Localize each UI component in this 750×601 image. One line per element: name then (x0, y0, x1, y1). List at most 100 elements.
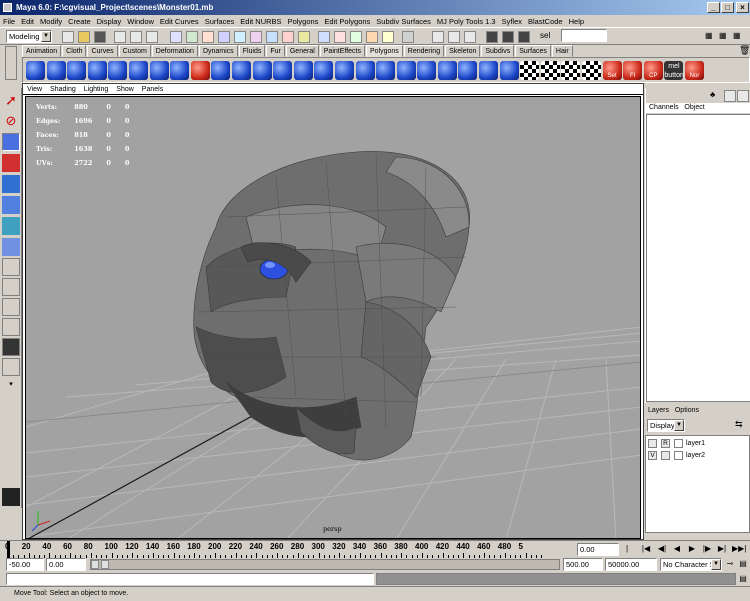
mel-command-input[interactable] (6, 573, 374, 585)
snap-view-plane-icon[interactable] (366, 31, 378, 43)
layer-visibility-toggle[interactable] (648, 439, 657, 448)
time-ticks[interactable]: 0204060801001201401601802002202402602803… (5, 541, 575, 558)
merge-vertices-icon[interactable] (355, 60, 375, 80)
pick-misc-icon[interactable] (298, 31, 310, 43)
maximize-button[interactable]: □ (721, 2, 734, 13)
pick-joints-icon[interactable] (202, 31, 214, 43)
layer-options-menu[interactable]: Options (675, 407, 699, 414)
menu-display[interactable]: Display (97, 17, 122, 26)
go-to-end-icon[interactable]: ▶▶| (732, 543, 746, 555)
menu-help[interactable]: Help (569, 17, 584, 26)
playback-start-field[interactable]: 0.00 (46, 558, 86, 571)
menu-polygons[interactable]: Polygons (288, 17, 319, 26)
viewport-menu-view[interactable]: View (27, 84, 42, 94)
new-scene-icon[interactable] (62, 31, 74, 43)
menu-syflex[interactable]: Syflex (502, 17, 522, 26)
time-slider[interactable]: 0204060801001201401601802002202402602803… (0, 540, 750, 565)
snap-curve-icon[interactable] (334, 31, 346, 43)
range-start-handle-2[interactable] (101, 560, 109, 569)
menu-edit-polygons[interactable]: Edit Polygons (324, 17, 370, 26)
layer-color-swatch[interactable] (674, 451, 683, 460)
channel-box-icon[interactable]: ♣ (710, 90, 722, 102)
mel-button-icon[interactable]: mel button (664, 60, 684, 80)
shelf-tab-subdivs[interactable]: Subdivs (481, 45, 515, 57)
menu-surfaces[interactable]: Surfaces (205, 17, 235, 26)
create-polygon-icon[interactable] (437, 60, 457, 80)
play-backwards-icon[interactable]: ◀ (671, 543, 683, 555)
smooth-proxy-icon[interactable] (231, 60, 251, 80)
channel-box-toggle-icon[interactable]: ▦ (733, 31, 745, 43)
poly-sphere-icon[interactable] (26, 60, 45, 80)
menu-modify[interactable]: Modify (40, 17, 62, 26)
append-polygon-icon[interactable] (417, 60, 437, 80)
save-scene-icon[interactable] (94, 31, 106, 43)
extrude-face-icon[interactable] (293, 60, 313, 80)
shelf-tab-fluids[interactable]: Fluids (238, 45, 266, 57)
layer-display-dropdown[interactable]: Display ▼ (647, 419, 685, 432)
attribute-editor-icon[interactable]: ▦ (705, 31, 717, 43)
construction-history-icon[interactable] (464, 31, 476, 43)
lasso-tool-icon[interactable]: ⊘ (2, 112, 20, 130)
menu-mj-poly-tools-1-3[interactable]: MJ Poly Tools 1.3 (437, 17, 496, 26)
bevel-icon[interactable] (334, 60, 354, 80)
manipulator-tool-icon[interactable] (2, 196, 20, 214)
menu-edit-nurbs[interactable]: Edit NURBS (240, 17, 281, 26)
scale-tool-icon[interactable] (2, 175, 20, 193)
shelf-tab-polygons[interactable]: Polygons (366, 45, 403, 57)
tool-settings-icon[interactable]: ▦ (719, 31, 731, 43)
key-back-icon[interactable]: ◀| (656, 543, 668, 555)
menu-edit[interactable]: Edit (21, 17, 34, 26)
poly-cone-icon[interactable] (87, 60, 107, 80)
viewport-menu-shading[interactable]: Shading (50, 84, 76, 94)
nor-icon[interactable]: Nor (685, 60, 704, 80)
four-view-layout-icon[interactable] (2, 278, 20, 296)
merge-edges-icon[interactable] (376, 60, 396, 80)
shelf-tab-painteffects[interactable]: PaintEffects (319, 45, 365, 57)
hypershade-layout-icon[interactable] (2, 338, 20, 356)
step-forward-icon[interactable]: ▶| (716, 543, 728, 555)
viewport-menu-lighting[interactable]: Lighting (84, 84, 109, 94)
extrude-edge-icon[interactable] (314, 60, 334, 80)
open-scene-icon[interactable] (78, 31, 90, 43)
range-slider[interactable] (90, 559, 560, 570)
select-hierarchy-icon[interactable] (114, 31, 126, 43)
output-ops-icon[interactable] (448, 31, 460, 43)
shelf-tab-animation[interactable]: Animation (22, 45, 62, 57)
poly-separate-icon[interactable] (190, 60, 210, 80)
poly-smooth-icon[interactable] (252, 60, 272, 80)
shelf-tab-curves[interactable]: Curves (87, 45, 118, 57)
shelf-menu-icon[interactable] (5, 46, 17, 80)
render-globals-icon[interactable] (518, 31, 530, 43)
layer-type-toggle[interactable]: R (661, 439, 670, 448)
menu-create[interactable]: Create (68, 17, 91, 26)
key-forward-icon[interactable]: |▶ (701, 543, 713, 555)
poly-cube-icon[interactable] (46, 60, 66, 80)
channel-box-body[interactable] (646, 114, 750, 402)
quick-select-field[interactable] (561, 29, 607, 42)
checker-texture-icon[interactable] (520, 60, 540, 80)
layer-row[interactable]: V layer2 (648, 450, 748, 461)
viewport-menu-show[interactable]: Show (116, 84, 134, 94)
render-frame-icon[interactable] (486, 31, 498, 43)
snap-grid-icon[interactable] (318, 31, 330, 43)
input-ops-icon[interactable] (432, 31, 444, 43)
set-icon[interactable]: Set (602, 60, 622, 80)
pick-surfaces-icon[interactable] (234, 31, 246, 43)
layer-editor-toggle-icon[interactable] (724, 90, 736, 102)
poly-torus-icon[interactable] (128, 60, 148, 80)
layer-visibility-toggle[interactable]: V (648, 451, 657, 460)
current-frame-field[interactable]: 0.00 (577, 543, 619, 556)
character-set-dropdown[interactable]: No Character Set ▼ (660, 558, 722, 571)
make-live-icon[interactable] (382, 31, 394, 43)
pick-dynamics-icon[interactable] (266, 31, 278, 43)
range-start-handle[interactable] (91, 560, 99, 569)
spherical-mapping-icon[interactable] (499, 60, 519, 80)
playback-end-field[interactable]: 500.00 (563, 558, 603, 571)
viewport-menu-panels[interactable]: Panels (142, 84, 163, 94)
channel-layer-toggle-icon[interactable] (737, 90, 749, 102)
move-tool-icon[interactable] (2, 133, 20, 151)
last-tool-icon[interactable] (2, 238, 20, 256)
shelf-tab-deformation[interactable]: Deformation (151, 45, 198, 57)
script-editor-icon[interactable]: ▤ (737, 573, 749, 585)
layer-color-swatch[interactable] (674, 439, 683, 448)
